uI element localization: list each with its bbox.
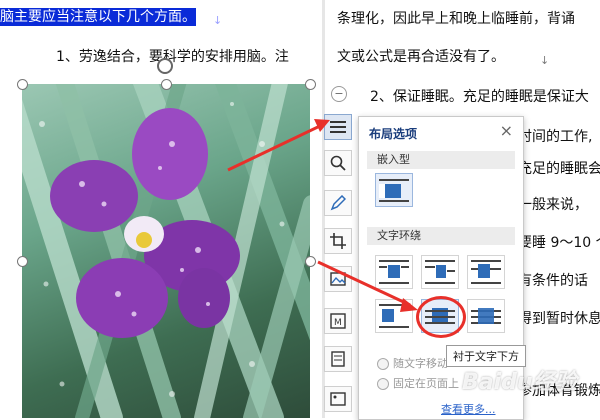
watermark: Baidu经验 xyxy=(462,370,577,395)
red-arrow-icon xyxy=(227,119,330,172)
red-arrow-icon xyxy=(317,260,418,312)
